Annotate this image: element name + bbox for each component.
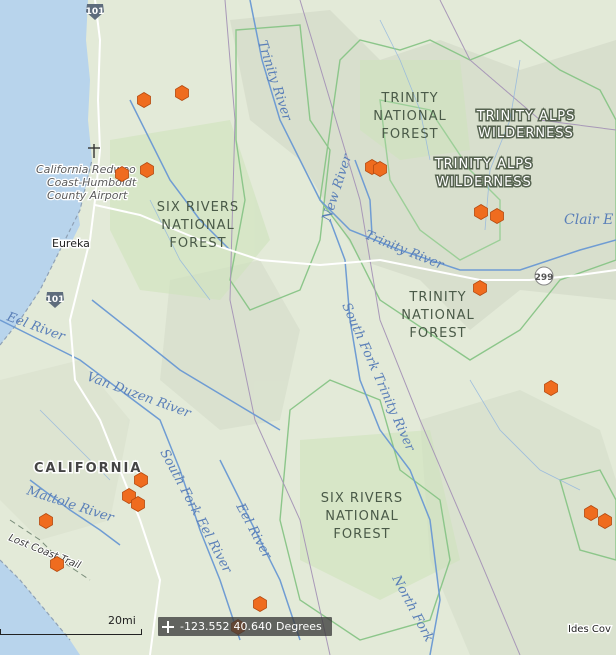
coordinate-readout: -123.552 40.640 Degrees [158, 617, 332, 636]
fire-marker[interactable] [598, 513, 612, 529]
fire-marker[interactable] [584, 505, 598, 521]
forest-label-trinity-2-l2: NATIONAL [401, 308, 474, 323]
wilderness-label-1-l1: TRINITY ALPS [476, 109, 576, 124]
airport-label-l3: County Airport [47, 189, 128, 202]
coord-latitude: 40.640 [233, 620, 272, 633]
highway-shield-101-north: 101 [86, 7, 105, 17]
forest-label-trinity-1-l1: TRINITY [380, 91, 438, 106]
fire-marker[interactable] [50, 556, 64, 572]
map-canvas[interactable]: 101 101 299 Trinity River New River Trin… [0, 0, 616, 655]
forest-label-six-rivers-1-l1: SIX RIVERS [157, 200, 239, 215]
fire-marker[interactable] [115, 166, 129, 182]
coord-longitude: -123.552 [180, 620, 230, 633]
crosshair-icon [162, 620, 174, 633]
forest-label-six-rivers-2-l2: NATIONAL [325, 509, 398, 524]
fire-marker[interactable] [490, 208, 504, 224]
forest-label-trinity-1-l3: FOREST [381, 127, 438, 142]
fire-marker[interactable] [137, 92, 151, 108]
forest-label-trinity-2-l1: TRINITY [408, 290, 466, 305]
forest-label-trinity-2-l3: FOREST [409, 326, 466, 341]
fire-marker[interactable] [544, 380, 558, 396]
scale-label: 20mi [108, 614, 136, 627]
wilderness-label-1-l2: WILDERNESS [478, 126, 574, 141]
fire-marker[interactable] [39, 513, 53, 529]
highway-shield-101-south: 101 [46, 295, 65, 305]
forest-label-six-rivers-2-l3: FOREST [333, 527, 390, 542]
fire-marker[interactable] [134, 472, 148, 488]
fire-marker[interactable] [175, 85, 189, 101]
fire-marker[interactable] [474, 204, 488, 220]
highway-shield-299: 299 [535, 273, 554, 283]
scale-bar [0, 627, 142, 637]
fire-marker[interactable] [373, 161, 387, 177]
fire-marker[interactable] [140, 162, 154, 178]
wilderness-label-2-l1: TRINITY ALPS [434, 157, 534, 172]
fire-marker[interactable] [473, 280, 487, 296]
forest-label-six-rivers-1-l2: NATIONAL [161, 218, 234, 233]
forest-label-six-rivers-2-l1: SIX RIVERS [321, 491, 403, 506]
forest-label-six-rivers-1-l3: FOREST [169, 236, 226, 251]
wilderness-label-2-l2: WILDERNESS [436, 175, 532, 190]
fire-marker[interactable] [131, 496, 145, 512]
state-label: CALIFORNIA [34, 461, 142, 476]
town-label-eureka: Eureka [52, 237, 90, 250]
fire-marker[interactable] [253, 596, 267, 612]
town-label-ides-cove: Ides Cov [568, 624, 611, 635]
forest-label-trinity-1-l2: NATIONAL [373, 109, 446, 124]
coord-unit: Degrees [275, 620, 322, 633]
lake-label-clair: Clair E [564, 212, 613, 228]
